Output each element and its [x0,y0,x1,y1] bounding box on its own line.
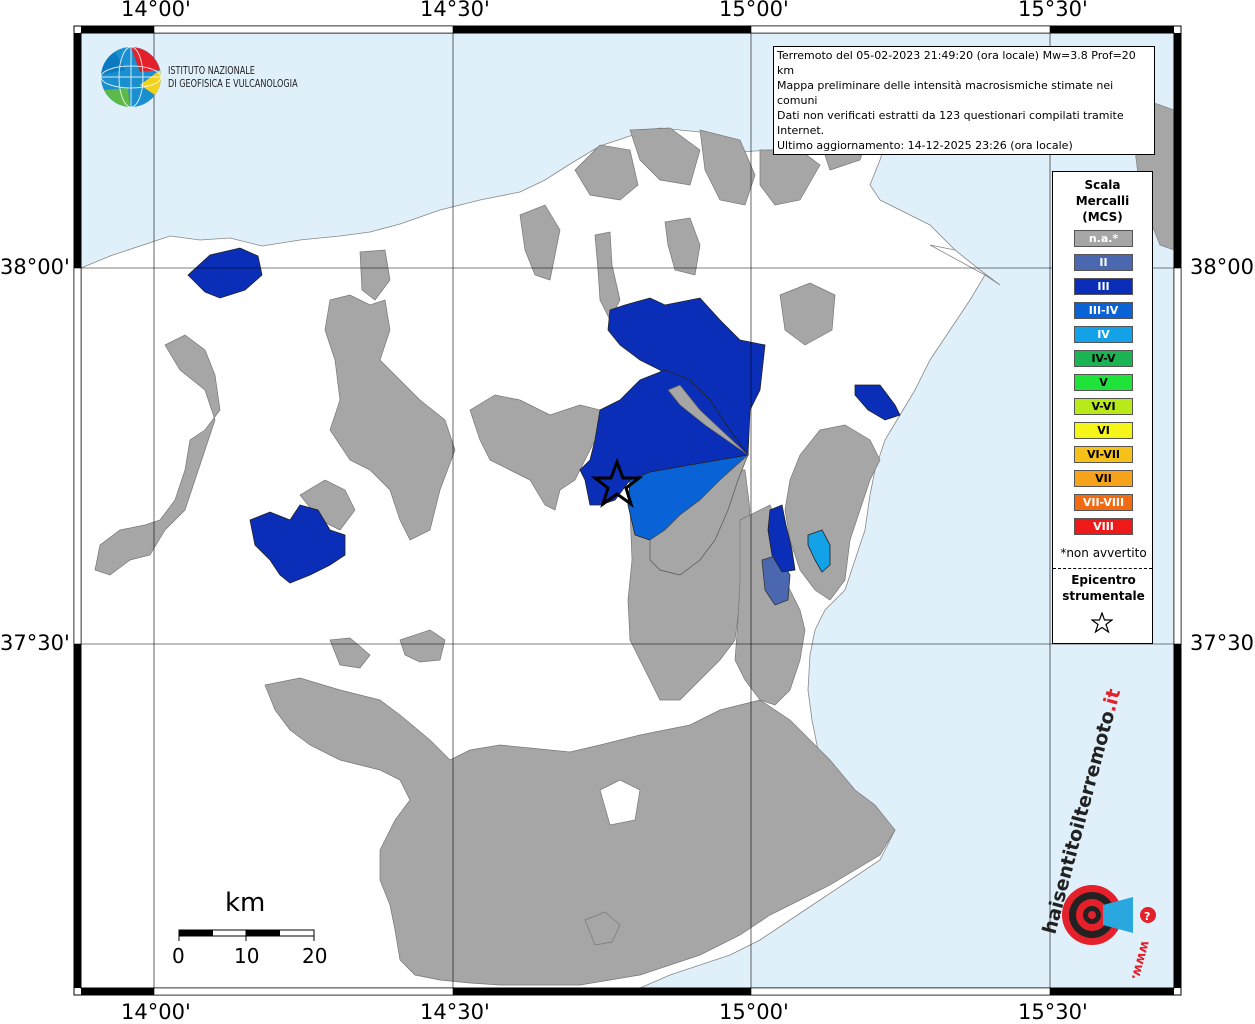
scale-tick-0: 0 [172,944,185,968]
lat-label-left-2: 37°30' [0,631,70,655]
legend-item: V [1074,374,1133,391]
legend-item: IV [1074,326,1133,343]
legend-item: n.a.* [1074,230,1133,247]
legend-epi-2: strumentale [1062,589,1145,603]
legend-item: IV-V [1074,350,1133,367]
legend-item: VII-VIII [1074,494,1133,511]
legend-epi-1: Epicentro [1071,573,1136,587]
legend-separator [1053,568,1152,569]
lat-label-left-1: 38°00' [0,255,70,279]
info-line4: Ultimo aggiornamento: 14-12-2025 23:26 (… [777,139,1073,152]
legend-title-3: (MCS) [1082,210,1123,224]
legend-item: VI-VII [1074,446,1133,463]
legend-epicenter-label: Epicentro strumentale [1053,572,1154,604]
event-info-box: Terremoto del 05-02-2023 21:49:20 (ora l… [773,46,1155,155]
scale-unit: km [225,888,266,918]
legend-item: VI [1074,422,1133,439]
legend-item: VII [1074,470,1133,487]
lat-label-right-2: 37°30' [1190,631,1255,655]
institute-name: ISTITUTO NAZIONALE DI GEOFISICA E VULCAN… [168,64,298,90]
info-line3: Dati non verificati estratti da 123 ques… [777,109,1124,137]
legend-item: II [1074,254,1133,271]
lon-label-top-1: 14°00' [121,0,191,21]
scale-tick-10: 10 [234,944,260,968]
svg-text:?: ? [1144,910,1150,923]
legend-note: *non avvertito [1060,546,1147,560]
lon-label-top-3: 15°00' [719,0,789,21]
lat-label-right-1: 38°00' [1190,255,1255,279]
ingv-globe-logo [100,46,162,108]
mcs-legend: Scala Mercalli (MCS) n.a.* II III III-IV IV I… [1052,171,1153,644]
lon-label-top-2: 14°30' [420,0,490,21]
info-line2: Mappa preliminare delle intensità macros… [777,79,1114,107]
legend-star-icon [1091,612,1113,634]
legend-title-1: Scala [1084,178,1121,192]
lon-label-bottom-4: 15°30' [1018,1000,1088,1024]
legend-title-2: Mercalli [1075,194,1130,208]
legend-item: VIII [1074,518,1133,535]
info-line1: Terremoto del 05-02-2023 21:49:20 (ora l… [777,49,1136,77]
legend-item: V-VI [1074,398,1133,415]
legend-item: III-IV [1074,302,1133,319]
legend-title: Scala Mercalli (MCS) [1053,177,1152,225]
legend-item: III [1074,278,1133,295]
institute-line2: DI GEOFISICA E VULCANOLOGIA [168,77,298,90]
institute-line1: ISTITUTO NAZIONALE [168,64,255,77]
lon-label-bottom-3: 15°00' [719,1000,789,1024]
lon-label-top-4: 15°30' [1018,0,1088,21]
lon-label-bottom-2: 14°30' [420,1000,490,1024]
lon-label-bottom-1: 14°00' [121,1000,191,1024]
scale-tick-20: 20 [302,944,328,968]
